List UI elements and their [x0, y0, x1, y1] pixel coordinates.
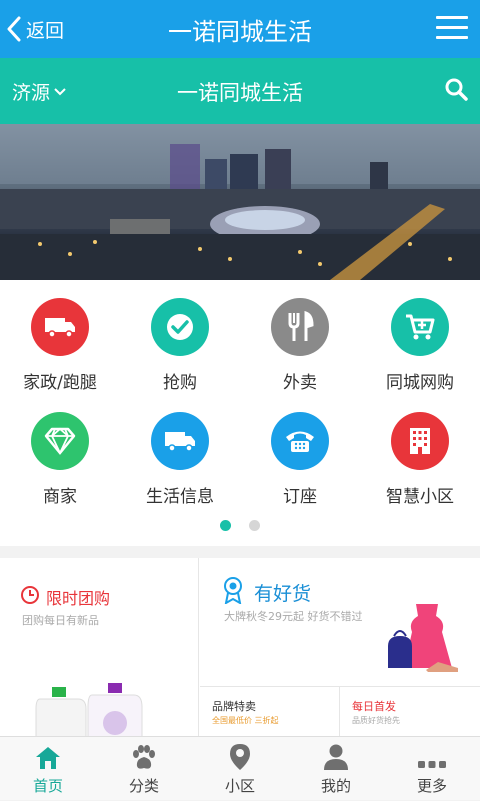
search-icon [445, 78, 468, 101]
promo-section: 限时团购 团购每日有新品 有好货 大牌秋冬29元起 好货不错过 品牌特卖 全国最… [0, 558, 480, 737]
page-title: 一诺同城生活 [177, 81, 303, 105]
tab-label: 首页 [32, 777, 63, 795]
cart-icon [391, 298, 449, 356]
service-label: 抢购 [163, 373, 197, 393]
user-icon [324, 744, 348, 770]
tab-label: 分类 [128, 777, 159, 795]
daily-launch-title: 每日首发 [352, 700, 396, 713]
checkmark-icon [151, 298, 209, 356]
home-icon [36, 747, 60, 769]
diamond-icon [31, 412, 89, 470]
search-button[interactable] [444, 77, 468, 105]
daily-launch-card[interactable]: 每日首发 品质好货抢先 [340, 687, 480, 737]
banner-image[interactable] [0, 124, 480, 280]
service-label: 订座 [283, 487, 317, 507]
service-online-shop[interactable]: 同城网购 [360, 298, 480, 393]
brand-sale-title: 品牌特卖 [212, 700, 256, 713]
service-label: 智慧小区 [386, 487, 454, 507]
tab-label: 我的 [320, 777, 351, 795]
page-dot-active[interactable] [220, 520, 231, 531]
service-life-info[interactable]: 生活信息 [120, 412, 240, 507]
tab-label: 更多 [416, 777, 447, 795]
brand-sale-card[interactable]: 品牌特卖 全国最低价 三折起 [200, 687, 340, 737]
fork-knife-icon [271, 298, 329, 356]
tab-label: 小区 [224, 777, 255, 795]
truck-icon [31, 298, 89, 356]
dress-and-bag-image [388, 604, 458, 672]
service-label: 家政/跑腿 [23, 373, 97, 393]
more-dots-icon [418, 761, 446, 768]
award-ribbon-icon [224, 577, 242, 604]
sub-promo-row: 品牌特卖 全国最低价 三折起 每日首发 品质好货抢先 [200, 686, 480, 737]
good-goods-title: 有好货 [254, 583, 312, 605]
good-goods-card[interactable]: 有好货 大牌秋冬29元起 好货不错过 品牌特卖 全国最低价 三折起 每日首发 品… [200, 558, 480, 737]
detergent-bottles-image [35, 683, 143, 736]
service-grid: 家政/跑腿 抢购 外卖 同城网购 商家 生活信息 订座 智慧小区 [0, 280, 480, 546]
page-indicator [0, 520, 480, 531]
flash-sale-card[interactable]: 限时团购 团购每日有新品 [0, 558, 199, 736]
service-label: 外卖 [283, 373, 317, 393]
brand-sale-subtitle: 全国最低价 三折起 [212, 716, 279, 725]
service-reservation[interactable]: 订座 [240, 412, 360, 507]
paw-icon [133, 745, 155, 769]
service-label: 商家 [43, 487, 77, 507]
location-pin-icon [230, 744, 250, 770]
service-label: 同城网购 [386, 373, 454, 393]
top-bar: 返回 一诺同城生活 [0, 0, 480, 58]
bottom-tab-bar: 首页 分类 小区 我的 更多 [0, 736, 480, 800]
daily-launch-subtitle: 品质好货抢先 [352, 716, 400, 725]
service-merchants[interactable]: 商家 [0, 412, 120, 507]
city-night-photo [0, 124, 480, 280]
service-housekeeping[interactable]: 家政/跑腿 [0, 298, 120, 393]
page-dot[interactable] [249, 520, 260, 531]
flash-sale-title: 限时团购 [46, 589, 111, 608]
service-flash-buy[interactable]: 抢购 [120, 298, 240, 393]
tab-category[interactable]: 分类 [96, 737, 192, 801]
menu-icon[interactable] [436, 15, 468, 41]
clock-icon [21, 586, 39, 604]
good-goods-subtitle: 大牌秋冬29元起 好货不错过 [224, 610, 363, 623]
location-bar: 济源 一诺同城生活 [0, 58, 480, 124]
building-icon [391, 412, 449, 470]
app-title: 一诺同城生活 [168, 18, 312, 46]
tab-mine[interactable]: 我的 [288, 737, 384, 801]
tab-community[interactable]: 小区 [192, 737, 288, 801]
service-smart-community[interactable]: 智慧小区 [360, 412, 480, 507]
service-label: 生活信息 [146, 487, 214, 507]
telephone-icon [271, 412, 329, 470]
service-takeout[interactable]: 外卖 [240, 298, 360, 393]
tab-more[interactable]: 更多 [384, 737, 480, 801]
tab-home[interactable]: 首页 [0, 737, 96, 801]
flash-sale-subtitle: 团购每日有新品 [22, 614, 99, 627]
truck-icon [151, 412, 209, 470]
